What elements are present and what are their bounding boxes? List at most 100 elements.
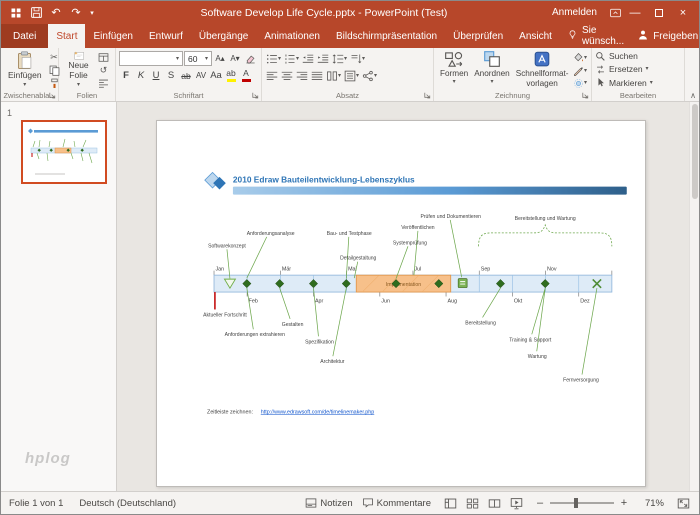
slide-canvas[interactable]: 2010 Edraw Bauteilentwicklung-Lebenszykl… [156, 120, 646, 487]
tab-ueberpruefen[interactable]: Überprüfen [445, 24, 511, 48]
month-label: Nov [547, 267, 557, 273]
zoom-in-button[interactable]: + [619, 497, 629, 509]
language-button[interactable]: Deutsch (Deutschland) [79, 498, 176, 509]
scrollbar-thumb[interactable] [692, 104, 698, 199]
clear-formatting-button[interactable] [243, 52, 257, 66]
zoom-out-button[interactable]: – [535, 497, 545, 509]
increase-indent-button[interactable] [316, 52, 330, 66]
reset-icon: ↺ [100, 65, 108, 76]
character-spacing-button[interactable]: AV [194, 69, 208, 83]
align-left-button[interactable] [265, 69, 279, 83]
align-center-icon [281, 70, 293, 82]
shape-effects-button[interactable]: ▾ [572, 77, 589, 89]
numbering-button[interactable]: ▾ [283, 52, 300, 66]
paragraph-dialog-launcher[interactable] [423, 91, 432, 100]
share-button[interactable]: Freigeben [631, 24, 700, 48]
clipboard-dialog-launcher[interactable] [48, 91, 57, 100]
font-size-combo[interactable]: 60▾ [184, 51, 212, 66]
tab-ansicht[interactable]: Ansicht [511, 24, 560, 48]
comments-button[interactable]: Kommentare [362, 497, 431, 509]
reading-view-button[interactable] [484, 495, 504, 512]
normal-view-button[interactable] [440, 495, 460, 512]
tab-entwurf[interactable]: Entwurf [141, 24, 191, 48]
minimize-button[interactable]: — [623, 2, 647, 23]
new-slide-button[interactable]: Neue Folie ▾ [62, 50, 95, 89]
quick-styles-button[interactable]: Schnellformat- vorlagen [513, 50, 572, 89]
tab-einfuegen[interactable]: Einfügen [85, 24, 140, 48]
align-text-button[interactable]: ▾ [343, 69, 360, 83]
group-drawing: Formen ▾ Anordnen ▾ Schnellformat- vorla… [434, 48, 592, 101]
arrange-button[interactable]: Anordnen ▾ [471, 50, 513, 89]
slideshow-view-button[interactable] [506, 495, 526, 512]
qat-customize-button[interactable]: ▾ [88, 5, 96, 21]
month-label: Jun [381, 299, 390, 305]
zoom-slider[interactable] [550, 502, 614, 504]
save-button[interactable] [28, 5, 44, 21]
decrease-indent-button[interactable] [301, 52, 315, 66]
section-button[interactable] [95, 77, 112, 89]
maximize-button[interactable] [647, 2, 671, 23]
text-direction-button[interactable]: ▾ [349, 52, 366, 66]
change-case-button[interactable]: Aa [209, 69, 223, 83]
signin-button[interactable]: Anmelden [552, 7, 597, 18]
convert-smartart-button[interactable]: ▾ [361, 69, 378, 83]
tab-bildschirmpraesentation[interactable]: Bildschirmpräsentation [328, 24, 445, 48]
fit-slide-button[interactable] [673, 495, 693, 512]
font-color-button[interactable]: A [239, 69, 253, 83]
grow-font-button[interactable]: A▴ [213, 52, 227, 66]
close-button[interactable]: × [671, 2, 695, 23]
select-button[interactable]: Markieren ▾ [595, 77, 681, 89]
collapse-ribbon-button[interactable]: ∧ [690, 91, 696, 100]
shape-outline-button[interactable]: ▾ [572, 65, 589, 77]
font-dialog-launcher[interactable] [251, 91, 260, 100]
shape-outline-icon [573, 65, 584, 76]
undo-icon[interactable]: ↶ [48, 5, 64, 21]
redo-icon[interactable]: ↷ [68, 5, 84, 21]
drawing-dialog-launcher[interactable] [581, 91, 590, 100]
bold-button[interactable]: F [119, 69, 133, 83]
underline-button[interactable]: U [149, 69, 163, 83]
align-right-button[interactable] [295, 69, 309, 83]
shrink-font-button[interactable]: A▾ [228, 52, 242, 66]
find-button[interactable]: Suchen [595, 50, 681, 62]
layout-button[interactable] [95, 52, 112, 64]
highlight-color-button[interactable]: ab [224, 69, 238, 83]
align-center-button[interactable] [280, 69, 294, 83]
columns-button[interactable]: ▾ [325, 69, 342, 83]
tab-start[interactable]: Start [48, 24, 85, 48]
text-shadow-button[interactable]: S [164, 69, 178, 83]
tellme-box[interactable]: Sie wünsch... [560, 24, 631, 48]
slide-thumbnail[interactable] [21, 120, 107, 184]
tab-uebergaenge[interactable]: Übergänge [191, 24, 256, 48]
font-size-value: 60 [188, 54, 197, 64]
slide-sorter-view-button[interactable] [462, 495, 482, 512]
zoom-slider-thumb[interactable] [574, 498, 578, 508]
strikethrough-button[interactable]: ab [179, 69, 193, 83]
fit-slide-icon [677, 497, 690, 510]
bullets-button[interactable]: ▾ [265, 52, 282, 66]
review-milestone-icon [458, 279, 467, 288]
ribbon-tab-bar: Datei Start Einfügen Entwurf Übergänge A… [1, 24, 699, 48]
zoom-level[interactable]: 71% [638, 498, 664, 509]
tab-animationen[interactable]: Animationen [256, 24, 328, 48]
footer-link[interactable]: http://www.edrawsoft.com/de/timelinemake… [261, 409, 375, 415]
replace-button[interactable]: Ersetzen ▾ [595, 63, 681, 75]
increase-indent-icon [317, 53, 329, 65]
tab-datei[interactable]: Datei [1, 24, 48, 48]
line-spacing-button[interactable]: ▾ [331, 52, 348, 66]
justify-button[interactable] [310, 69, 324, 83]
new-slide-dropdown-icon: ▾ [77, 82, 80, 88]
shape-fill-button[interactable]: ▾ [572, 52, 589, 64]
reset-slide-button[interactable]: ↺ [95, 65, 112, 77]
arrange-label: Anordnen [474, 69, 510, 78]
lightbulb-icon [567, 29, 578, 44]
shapes-button[interactable]: Formen ▾ [437, 50, 471, 89]
ribbon-display-options-button[interactable] [607, 5, 623, 21]
vertical-scrollbar[interactable] [689, 102, 699, 491]
editing-group-label: Bearbeiten [592, 91, 684, 100]
font-name-combo[interactable]: ▾ [119, 51, 183, 66]
notes-button[interactable]: Notizen [305, 497, 352, 509]
paste-button[interactable]: Einfügen ▾ [4, 50, 46, 89]
italic-button[interactable]: K [134, 69, 148, 83]
shape-effects-icon [573, 78, 584, 89]
